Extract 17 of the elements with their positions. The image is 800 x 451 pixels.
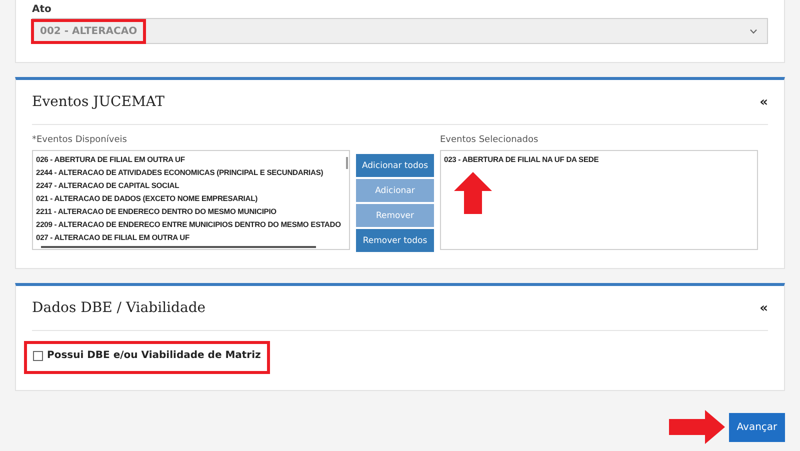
- available-list[interactable]: [32, 150, 350, 250]
- collapse-icon[interactable]: «: [760, 94, 768, 110]
- panel-title: Dados DBE / Viabilidade: [32, 300, 206, 316]
- arrow-icon: [669, 410, 725, 444]
- list-label: Eventos Selecionados: [440, 135, 540, 145]
- list-label: *Eventos Disponíveis: [32, 135, 128, 145]
- transfer-button[interactable]: Remover todos: [356, 229, 434, 252]
- caret-icon: [750, 28, 757, 34]
- panel-title: Eventos JUCEMAT: [32, 94, 164, 110]
- field-label: Ato: [32, 4, 52, 15]
- checkbox-label[interactable]: Possui DBE e/ou Viabilidade de Matriz: [47, 350, 261, 361]
- transfer-button[interactable]: Adicionar todos: [356, 154, 434, 177]
- next-button[interactable]: Avançar: [729, 412, 785, 442]
- select-value: 002 - ALTERACAO: [31, 18, 146, 44]
- checkbox[interactable]: [33, 350, 43, 360]
- collapse-icon[interactable]: «: [760, 300, 768, 316]
- arrow-icon: [454, 172, 492, 214]
